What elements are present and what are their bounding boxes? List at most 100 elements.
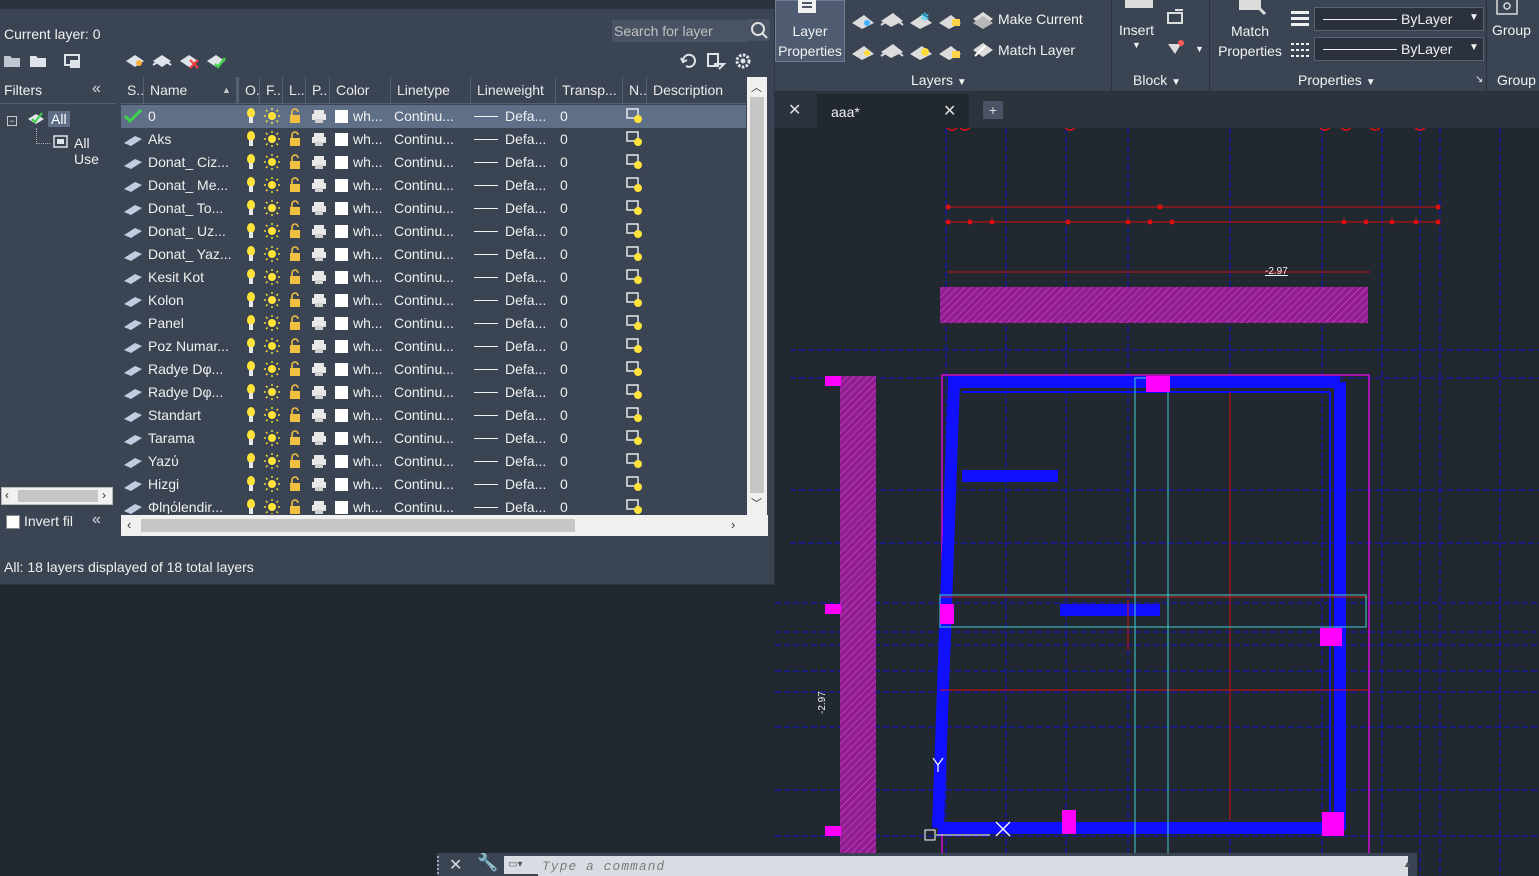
lightbulb-on-icon[interactable] (244, 452, 258, 475)
layer-description[interactable] (651, 243, 741, 266)
unlock-icon[interactable] (287, 383, 305, 406)
collapse-filters-icon[interactable]: « (92, 80, 101, 98)
sun-thaw-icon[interactable] (262, 176, 282, 199)
printer-plot-icon[interactable] (311, 406, 327, 429)
layer-name[interactable]: Radye Dφ... (148, 381, 236, 404)
layer-name[interactable]: Panel (148, 312, 236, 335)
sun-thaw-icon[interactable] (262, 475, 282, 498)
layer-isolate-icon[interactable] (879, 9, 905, 29)
layer-name[interactable]: Standart (148, 404, 236, 427)
layer-name[interactable]: Tarama (148, 427, 236, 450)
layer-description[interactable] (651, 473, 741, 496)
layer-description[interactable] (651, 312, 741, 335)
layer-row[interactable]: Donat_ To... wh... Continu... Defa... 0 (121, 197, 746, 220)
new-layer-icon[interactable] (124, 52, 146, 70)
scroll-down-icon[interactable]: ﹀ (751, 495, 762, 511)
layers-panel-title[interactable]: Layers ▼ (911, 72, 967, 88)
new-tab-plus-icon[interactable]: + (983, 101, 1003, 119)
layer-row[interactable]: Radye Dφ... wh... Continu... Defa... 0 (121, 381, 746, 404)
scroll-thumb[interactable] (18, 490, 98, 502)
sun-thaw-icon[interactable] (262, 406, 282, 429)
layer-name[interactable]: Poz Numar... (148, 335, 236, 358)
color-swatch[interactable] (335, 248, 348, 261)
invert-filter-checkbox[interactable] (6, 515, 20, 529)
layer-row[interactable]: Kolon wh... Continu... Defa... 0 (121, 289, 746, 312)
layer-lineweight[interactable]: Defa... (505, 289, 553, 312)
settings-gear-icon[interactable] (732, 52, 754, 70)
layer-linetype[interactable]: Continu... (394, 473, 468, 496)
layer-lineweight[interactable]: Defa... (505, 151, 553, 174)
printer-plot-icon[interactable] (311, 199, 327, 222)
layer-properties-button[interactable]: Layer Properties (775, 0, 845, 62)
new-layer-vp-frozen-icon[interactable] (151, 52, 173, 70)
match-layer-label[interactable]: Match Layer (998, 42, 1075, 58)
layer-name[interactable]: Donat_ To... (148, 197, 236, 220)
lightbulb-on-icon[interactable] (244, 130, 258, 153)
scroll-left-icon[interactable]: ‹ (5, 488, 9, 502)
layer-unlock-icon[interactable] (937, 40, 963, 60)
new-vp-freeze-icon[interactable] (626, 176, 644, 199)
unlock-icon[interactable] (287, 314, 305, 337)
layer-transparency[interactable]: 0 (560, 174, 620, 197)
layer-transparency[interactable]: 0 (560, 289, 620, 312)
unlock-icon[interactable] (287, 222, 305, 245)
layer-description[interactable] (651, 174, 741, 197)
document-tab[interactable]: aaa* ✕ (817, 94, 969, 128)
match-properties-label-2[interactable]: Properties (1215, 43, 1285, 59)
linetype-dropdown[interactable]: ByLayer ▼ (1314, 37, 1484, 61)
scroll-right-icon[interactable]: › (102, 488, 106, 502)
new-vp-freeze-icon[interactable] (626, 268, 644, 291)
unlock-icon[interactable] (287, 176, 305, 199)
layer-row[interactable]: Donat_ Uz... wh... Continu... Defa... 0 (121, 220, 746, 243)
color-swatch[interactable] (335, 386, 348, 399)
close-icon[interactable]: ✕ (449, 855, 462, 875)
layer-states-manager-icon[interactable] (62, 52, 84, 70)
layer-linetype[interactable]: Continu... (394, 335, 468, 358)
printer-plot-icon[interactable] (311, 475, 327, 498)
new-vp-freeze-icon[interactable] (626, 222, 644, 245)
layer-row[interactable]: Standart wh... Continu... Defa... 0 (121, 404, 746, 427)
color-swatch[interactable] (335, 294, 348, 307)
unlock-icon[interactable] (287, 498, 305, 514)
layer-description[interactable] (651, 197, 741, 220)
lightbulb-on-icon[interactable] (244, 314, 258, 337)
layer-name[interactable]: Aks (148, 128, 236, 151)
layer-name[interactable]: Donat_ Ciz... (148, 151, 236, 174)
layer-lineweight[interactable]: Defa... (505, 220, 553, 243)
new-vp-freeze-icon[interactable] (626, 245, 644, 268)
layer-color[interactable]: wh... (353, 105, 389, 128)
layer-color[interactable]: wh... (353, 496, 389, 514)
block-edit-chevron-icon[interactable]: ▼ (1195, 44, 1204, 54)
unlock-icon[interactable] (287, 452, 305, 475)
layer-name[interactable]: Kesit Kot (148, 266, 236, 289)
new-group-filter-icon[interactable] (28, 52, 50, 70)
lineweight-dropdown[interactable]: ByLayer ▼ (1314, 7, 1484, 31)
layer-linetype[interactable]: Continu... (394, 289, 468, 312)
layer-color[interactable]: wh... (353, 174, 389, 197)
new-vp-freeze-icon[interactable] (626, 337, 644, 360)
layer-linetype[interactable]: Continu... (394, 496, 468, 514)
new-vp-freeze-icon[interactable] (626, 406, 644, 429)
group-button-label[interactable]: Group (1492, 22, 1531, 38)
col-description[interactable]: Description (647, 77, 746, 103)
printer-plot-icon[interactable] (311, 337, 327, 360)
match-properties-icon[interactable] (1233, 0, 1269, 18)
layer-description[interactable] (651, 358, 741, 381)
new-vp-freeze-icon[interactable] (626, 452, 644, 475)
layer-description[interactable] (651, 450, 741, 473)
color-swatch[interactable] (335, 202, 348, 215)
layer-transparency[interactable]: 0 (560, 358, 620, 381)
layer-description[interactable] (651, 427, 741, 450)
layer-color[interactable]: wh... (353, 358, 389, 381)
sun-thaw-icon[interactable] (262, 383, 282, 406)
layer-transparency[interactable]: 0 (560, 220, 620, 243)
layer-row[interactable]: Hizgi wh... Continu... Defa... 0 (121, 473, 746, 496)
unlock-icon[interactable] (287, 245, 305, 268)
layer-lineweight[interactable]: Defa... (505, 243, 553, 266)
printer-plot-icon[interactable] (311, 153, 327, 176)
color-swatch[interactable] (335, 156, 348, 169)
layer-description[interactable] (651, 335, 741, 358)
new-vp-freeze-icon[interactable] (626, 130, 644, 153)
printer-plot-icon[interactable] (311, 360, 327, 383)
new-vp-freeze-icon[interactable] (626, 383, 644, 406)
